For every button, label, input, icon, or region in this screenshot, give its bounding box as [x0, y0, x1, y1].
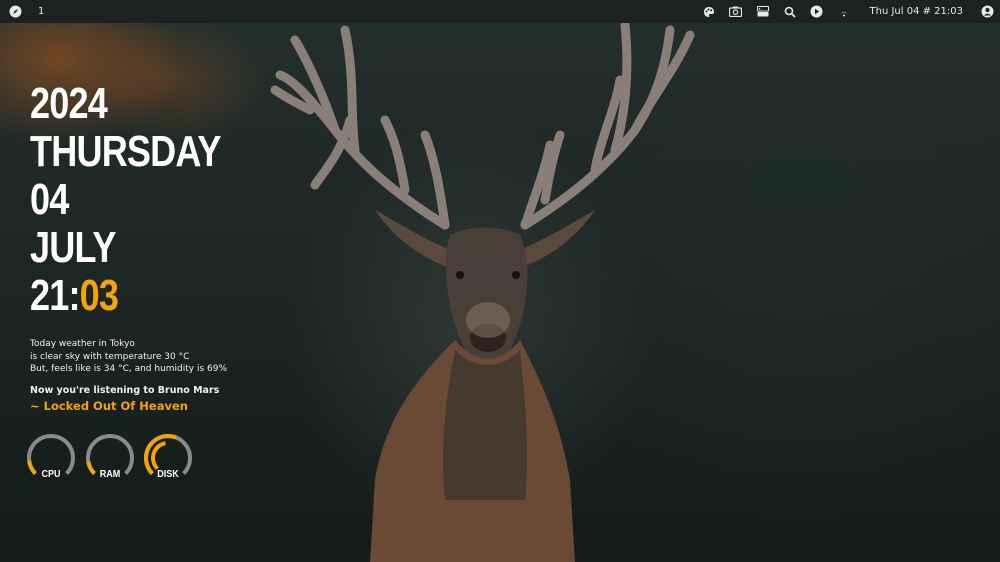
- music-artist-line: Now you're listening to Bruno Mars: [30, 385, 220, 396]
- workspace-indicator[interactable]: 1: [38, 6, 44, 17]
- play-icon[interactable]: [810, 5, 824, 19]
- month-text: JULY: [30, 223, 116, 272]
- weather-line-condition: is clear sky with temperature 30 °C: [30, 351, 190, 362]
- ram-gauge: RAM: [84, 432, 136, 484]
- top-panel: 1 Thu Jul 04 # 21:03: [0, 0, 1000, 23]
- palette-icon[interactable]: [702, 5, 716, 19]
- wifi-icon[interactable]: [837, 5, 851, 19]
- deer-image: [270, 20, 695, 562]
- weather-widget: Today weather in Tokyo is clear sky with…: [30, 338, 227, 376]
- disk-gauge: DISK: [142, 432, 194, 484]
- weather-line-location: Today weather in Tokyo: [30, 339, 135, 349]
- music-song-title: ~ Locked Out Of Heaven: [30, 399, 188, 413]
- compass-icon[interactable]: [8, 5, 22, 19]
- user-icon[interactable]: [980, 5, 994, 19]
- year-text: 2024: [30, 79, 108, 128]
- weekday-text: THURSDAY: [30, 127, 221, 176]
- weather-line-feels: But, feels like is 34 °C, and humidity i…: [30, 364, 228, 374]
- topbar-datetime[interactable]: Thu Jul 04 # 21:03: [870, 6, 964, 17]
- server-icon[interactable]: [756, 5, 770, 19]
- clock-widget: 2024 THURSDAY 04 JULY 21:03: [30, 80, 262, 320]
- time-text: 21:03: [30, 272, 221, 320]
- camera-icon[interactable]: [729, 5, 743, 19]
- search-icon[interactable]: [783, 5, 797, 19]
- cpu-gauge-label: CPU: [41, 469, 61, 480]
- minute-text: 03: [79, 271, 119, 320]
- ram-gauge-label: RAM: [99, 469, 121, 480]
- cpu-gauge: CPU: [25, 432, 77, 484]
- hour-text: 21:: [30, 271, 81, 320]
- day-text: 04: [30, 175, 69, 224]
- disk-gauge-label: DISK: [157, 469, 179, 480]
